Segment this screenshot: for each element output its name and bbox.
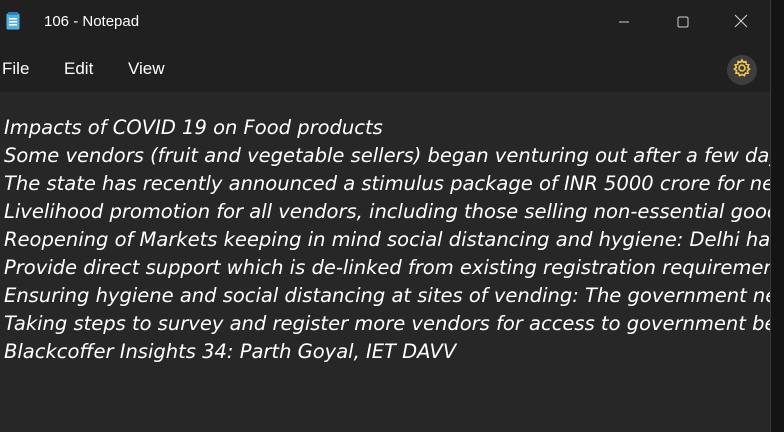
close-icon [734,13,748,32]
menu-file[interactable]: File [2,59,29,79]
editor-line[interactable]: The state has recently announced a stimu… [4,170,770,198]
notepad-window: 106 - Notepad File Edit View Impacts of … [0,0,771,432]
editor-lines: Impacts of COVID 19 on Food products Som… [4,114,770,366]
settings-button[interactable] [727,55,757,85]
editor-line[interactable]: Provide direct support which is de-linke… [4,254,770,282]
text-editor[interactable]: Impacts of COVID 19 on Food products Som… [0,92,770,432]
maximize-icon [677,13,689,32]
gear-icon [732,58,752,82]
title-bar[interactable]: 106 - Notepad [0,0,770,44]
notepad-icon [6,12,20,30]
minimize-button[interactable] [599,0,649,44]
background-window-edge [771,0,784,432]
editor-line[interactable]: Reopening of Markets keeping in mind soc… [4,226,770,254]
editor-line[interactable]: Livelihood promotion for all vendors, in… [4,198,770,226]
editor-line[interactable]: Taking steps to survey and register more… [4,310,770,338]
maximize-button[interactable] [658,0,708,44]
editor-line[interactable]: Impacts of COVID 19 on Food products [4,114,770,142]
editor-line[interactable]: Blackcoffer Insights 34: Parth Goyal, IE… [4,338,770,366]
menu-bar: File Edit View [0,44,770,92]
menu-edit[interactable]: Edit [64,59,93,79]
window-title: 106 - Notepad [44,13,140,30]
editor-line[interactable]: Ensuring hygiene and social distancing a… [4,282,770,310]
menu-view[interactable]: View [128,59,165,79]
minimize-icon [618,13,630,32]
editor-line[interactable]: Some vendors (fruit and vegetable seller… [4,142,770,170]
close-button[interactable] [716,0,766,44]
